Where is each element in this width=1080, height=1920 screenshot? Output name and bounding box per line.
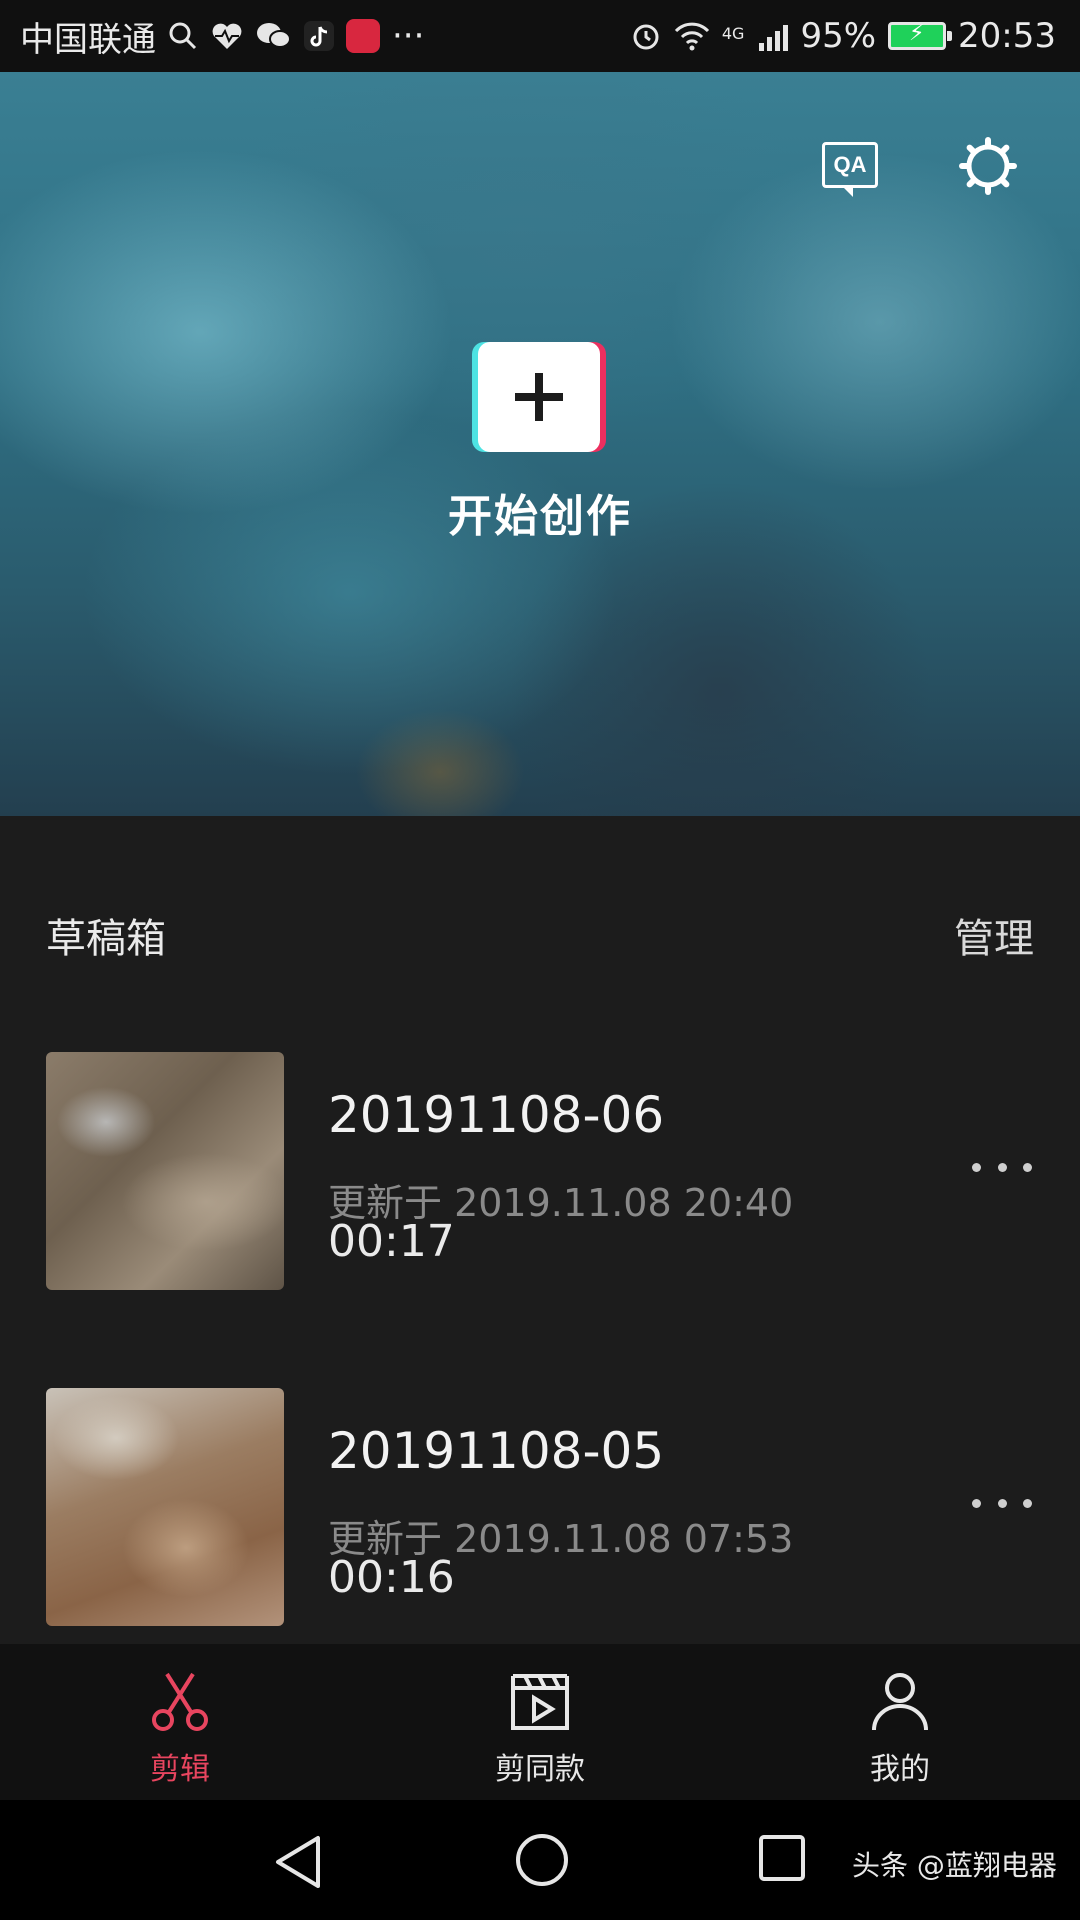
manage-button[interactable]: 管理 bbox=[954, 906, 1034, 964]
watermark: 头条 @蓝翔电器 bbox=[852, 1849, 1057, 1882]
tab-profile[interactable]: 我的 bbox=[720, 1644, 1080, 1800]
recent-apps-icon[interactable] bbox=[758, 1834, 806, 1882]
status-bar-right: 4G 95% ⚡ 20:53 bbox=[618, 16, 1056, 56]
battery-icon: ⚡ bbox=[888, 21, 953, 50]
search-icon bbox=[169, 22, 197, 50]
more-options-icon[interactable] bbox=[972, 1488, 1032, 1518]
draft-name: 20191108-06 bbox=[328, 1086, 665, 1144]
drafts-section: 草稿箱 管理 20191108-06 更新于 2019.11.08 20:40 … bbox=[0, 816, 1080, 1644]
status-bar-left: 中国联通 ··· bbox=[20, 12, 436, 61]
tiktok-icon bbox=[304, 21, 334, 51]
bottom-tab-bar: 剪辑 剪同款 我的 bbox=[0, 1644, 1080, 1800]
drafts-title: 草稿箱 bbox=[46, 916, 166, 962]
draft-thumbnail[interactable] bbox=[46, 1388, 284, 1626]
draft-item[interactable]: 20191108-06 更新于 2019.11.08 20:40 00:17 bbox=[0, 1052, 1080, 1292]
hero-banner: QA 开始创作 bbox=[0, 72, 1080, 816]
back-icon[interactable] bbox=[270, 1832, 330, 1892]
wechat-icon bbox=[257, 23, 291, 48]
alarm-icon bbox=[633, 24, 659, 50]
qa-label: QA bbox=[833, 152, 867, 177]
home-icon[interactable] bbox=[514, 1832, 570, 1888]
system-nav-bar: 头条 @蓝翔电器 bbox=[0, 1800, 1080, 1920]
more-notifications: ··· bbox=[392, 16, 425, 56]
more-options-icon[interactable] bbox=[972, 1152, 1032, 1182]
app-notification-icon bbox=[346, 19, 380, 53]
carrier-label: 中国联通 bbox=[20, 19, 156, 60]
health-icon bbox=[212, 23, 242, 49]
draft-item[interactable]: 20191108-05 更新于 2019.11.08 07:53 00:16 bbox=[0, 1388, 1080, 1628]
clapperboard-icon bbox=[511, 1674, 569, 1730]
drafts-header: 草稿箱 管理 bbox=[0, 906, 1080, 966]
draft-duration: 00:16 bbox=[328, 1552, 455, 1603]
draft-thumbnail[interactable] bbox=[46, 1052, 284, 1290]
battery-percent: 95% bbox=[800, 16, 877, 56]
tab-label: 剪辑 bbox=[150, 1752, 210, 1787]
clock: 20:53 bbox=[958, 16, 1056, 56]
settings-gear-icon[interactable] bbox=[958, 136, 1018, 196]
scissors-icon bbox=[152, 1672, 208, 1731]
signal-icon bbox=[756, 21, 789, 51]
draft-name: 20191108-05 bbox=[328, 1422, 665, 1480]
person-icon bbox=[872, 1673, 928, 1731]
tab-edit[interactable]: 剪辑 bbox=[0, 1644, 360, 1800]
status-bar: 中国联通 ··· 4G 95% ⚡ 20:53 bbox=[0, 0, 1080, 72]
plus-icon bbox=[515, 373, 563, 421]
network-type: 4G bbox=[721, 24, 745, 43]
tab-label: 我的 bbox=[870, 1752, 930, 1787]
wifi-icon bbox=[674, 22, 709, 51]
start-create[interactable]: 开始创作 bbox=[0, 342, 1080, 642]
qa-button[interactable]: QA bbox=[822, 142, 878, 197]
draft-duration: 00:17 bbox=[328, 1216, 455, 1267]
create-button[interactable] bbox=[478, 342, 600, 452]
create-label: 开始创作 bbox=[448, 491, 632, 542]
tab-templates[interactable]: 剪同款 bbox=[360, 1644, 720, 1800]
tab-label: 剪同款 bbox=[495, 1752, 585, 1787]
